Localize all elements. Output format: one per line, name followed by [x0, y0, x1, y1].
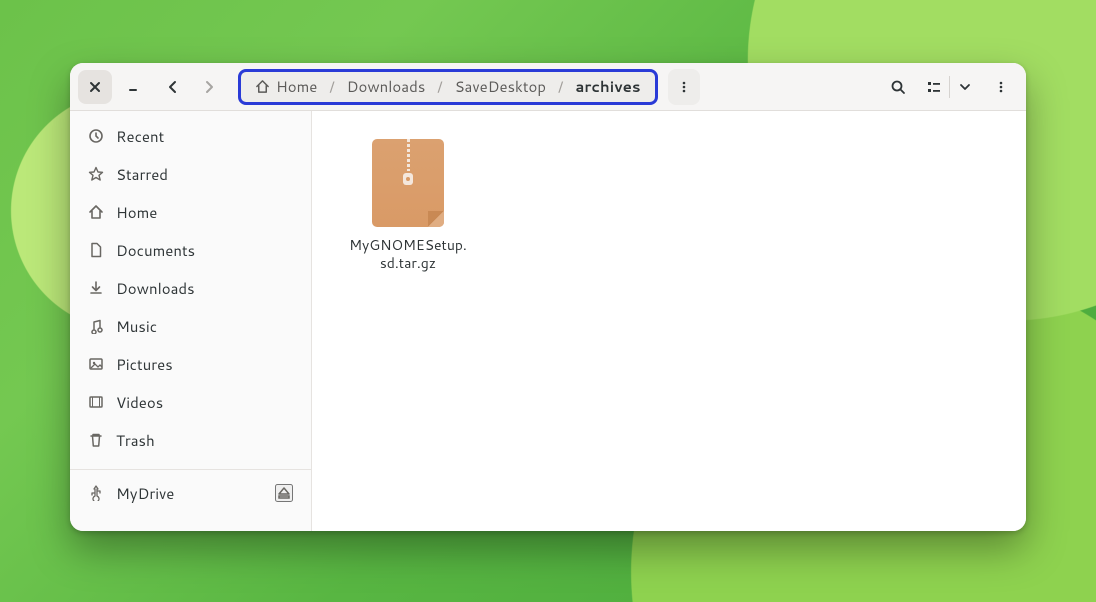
window-body: Recent Starred Home Documents — [70, 111, 1026, 531]
sidebar-item-videos[interactable]: Videos — [70, 383, 311, 421]
list-icon — [926, 79, 942, 95]
search-icon — [890, 79, 906, 95]
music-icon — [88, 318, 104, 334]
breadcrumb-separator: / — [431, 76, 448, 97]
breadcrumb-home[interactable]: Home — [251, 74, 321, 99]
usb-icon — [88, 485, 104, 501]
hamburger-menu-button[interactable] — [984, 70, 1018, 104]
window-minimize-button[interactable] — [116, 70, 150, 104]
header-right-cluster — [881, 70, 1018, 104]
breadcrumb-savedesktop[interactable]: SaveDesktop — [451, 74, 550, 99]
pathbar-more-button[interactable] — [668, 71, 700, 103]
pathbar-menu — [668, 69, 700, 105]
home-icon — [255, 79, 270, 94]
breadcrumb-separator: / — [323, 76, 340, 97]
file-content-area[interactable]: MyGNOMESetup. sd.tar.gz — [312, 111, 1026, 531]
eject-icon — [277, 486, 291, 500]
sidebar-item-label: Music — [116, 316, 157, 337]
video-icon — [88, 394, 104, 410]
sidebar-item-home[interactable]: Home — [70, 193, 311, 231]
sidebar-item-label: Documents — [116, 240, 195, 261]
close-icon — [89, 81, 101, 93]
file-manager-window: Home / Downloads / SaveDesktop / archive… — [70, 63, 1026, 531]
sidebar-item-recent[interactable]: Recent — [70, 117, 311, 155]
icon-grid: MyGNOMESetup. sd.tar.gz — [338, 139, 1000, 272]
minimize-icon — [126, 80, 140, 94]
nav-group — [156, 70, 226, 104]
sidebar-item-trash[interactable]: Trash — [70, 421, 311, 459]
breadcrumb-current[interactable]: archives — [571, 74, 644, 99]
sidebar-item-label: Home — [116, 202, 157, 223]
chevron-down-icon — [959, 81, 971, 93]
sidebar-item-pictures[interactable]: Pictures — [70, 345, 311, 383]
sidebar-item-music[interactable]: Music — [70, 307, 311, 345]
breadcrumb-downloads[interactable]: Downloads — [343, 74, 430, 99]
file-name: MyGNOMESetup. sd.tar.gz — [349, 237, 467, 272]
view-dropdown-button[interactable] — [950, 70, 980, 104]
sidebar-item-label: Downloads — [116, 278, 195, 299]
file-item[interactable]: MyGNOMESetup. sd.tar.gz — [338, 139, 478, 272]
breadcrumb: Home / Downloads / SaveDesktop / archive… — [238, 69, 658, 105]
breadcrumb-separator: / — [552, 76, 569, 97]
window-close-button[interactable] — [78, 70, 112, 104]
picture-icon — [88, 356, 104, 372]
breadcrumb-label: SaveDesktop — [455, 76, 546, 97]
sidebar-item-downloads[interactable]: Downloads — [70, 269, 311, 307]
sidebar-item-documents[interactable]: Documents — [70, 231, 311, 269]
list-view-button[interactable] — [919, 70, 949, 104]
chevron-left-icon — [166, 80, 180, 94]
sidebar-item-label: Starred — [116, 164, 168, 185]
sidebar-item-label: Recent — [116, 126, 164, 147]
more-vertical-icon — [994, 80, 1008, 94]
clock-icon — [88, 128, 104, 144]
sidebar-item-starred[interactable]: Starred — [70, 155, 311, 193]
eject-button[interactable] — [275, 484, 293, 502]
headerbar: Home / Downloads / SaveDesktop / archive… — [70, 63, 1026, 111]
nav-back-button[interactable] — [156, 70, 190, 104]
sidebar-separator — [70, 469, 311, 470]
home-icon — [88, 204, 104, 220]
sidebar-item-label: Pictures — [116, 354, 173, 375]
sidebar-item-mydrive[interactable]: MyDrive — [70, 474, 311, 512]
chevron-right-icon — [202, 80, 216, 94]
trash-icon — [88, 432, 104, 448]
download-icon — [88, 280, 104, 296]
more-vertical-icon — [677, 80, 691, 94]
breadcrumb-label: Downloads — [347, 76, 426, 97]
nav-forward-button[interactable] — [192, 70, 226, 104]
document-icon — [88, 242, 104, 258]
breadcrumb-label: archives — [575, 76, 640, 97]
archive-icon — [372, 139, 444, 227]
sidebar-item-label: Trash — [116, 430, 155, 451]
sidebar: Recent Starred Home Documents — [70, 111, 312, 531]
breadcrumb-label: Home — [276, 76, 317, 97]
sidebar-item-label: MyDrive — [116, 483, 174, 504]
sidebar-item-label: Videos — [116, 392, 163, 413]
star-icon — [88, 166, 104, 182]
view-switcher — [919, 70, 980, 104]
search-button[interactable] — [881, 70, 915, 104]
